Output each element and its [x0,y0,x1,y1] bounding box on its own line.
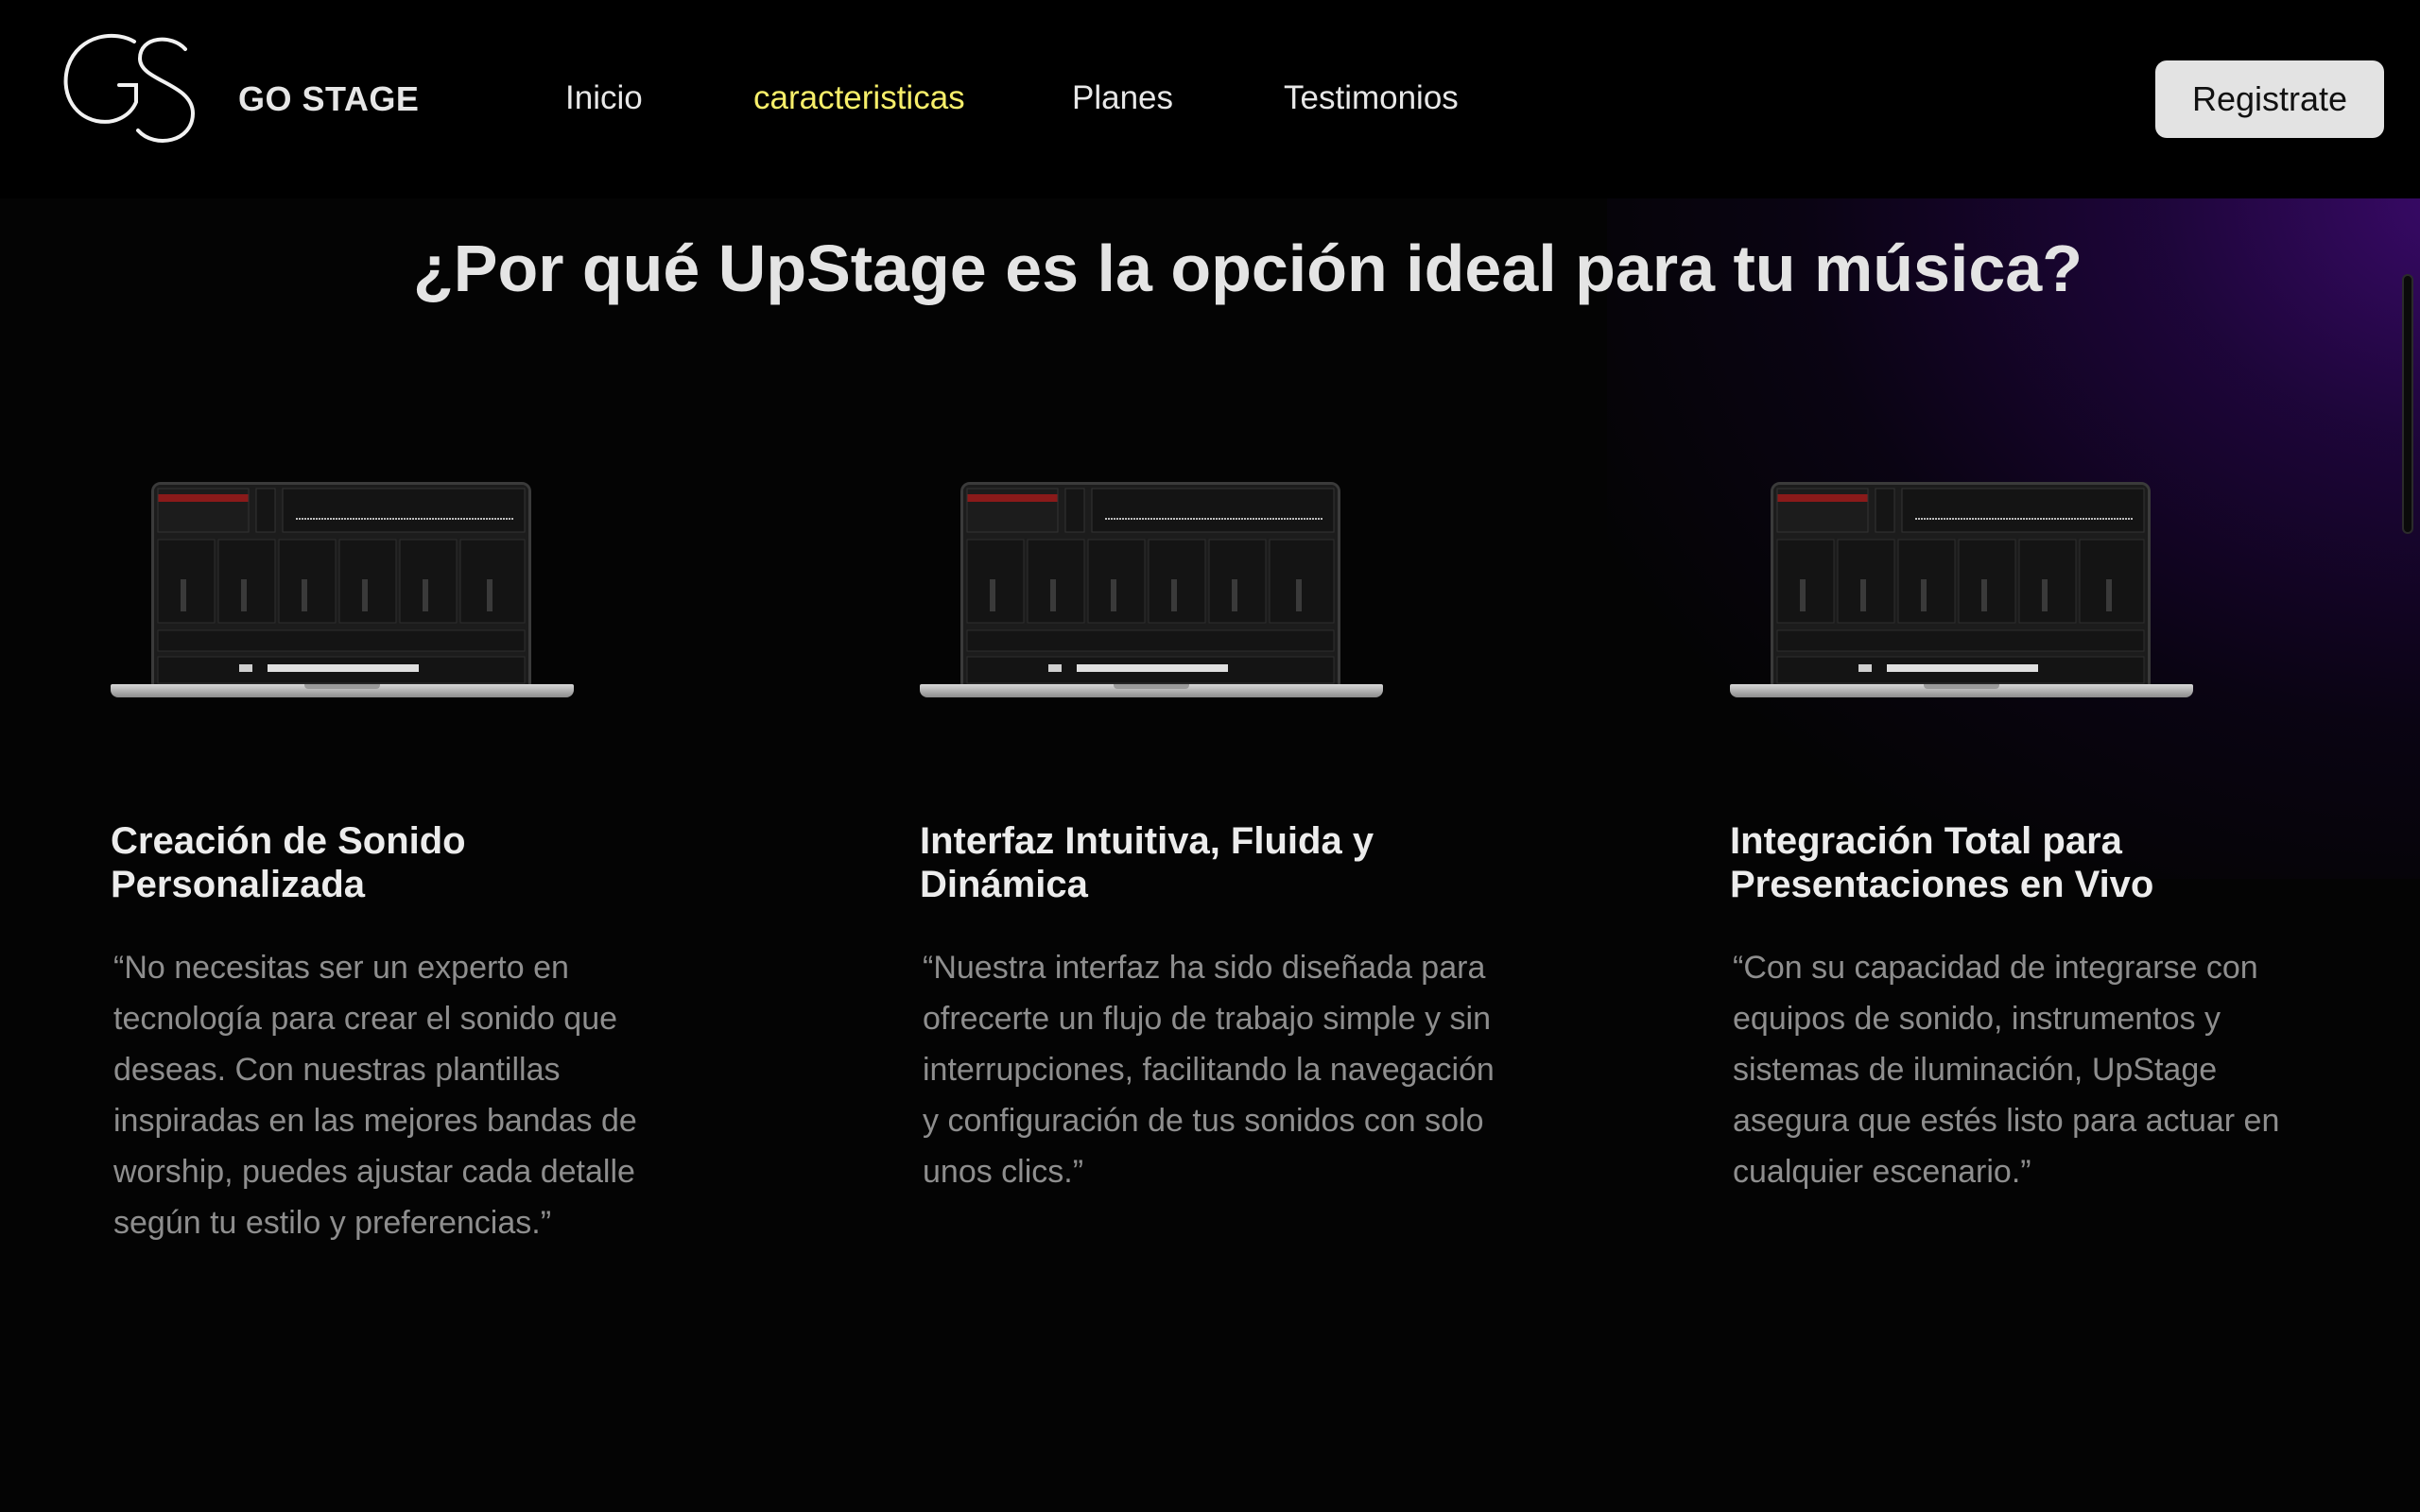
feature-card: Creación de Sonido Personalizada “No nec… [111,477,735,1248]
feature-card: Interfaz Intuitiva, Fluida y Dinámica “N… [920,477,1544,1197]
app-mixer-screenshot [154,485,528,689]
app-mixer-screenshot [963,485,1338,689]
scrollbar-thumb[interactable] [2402,274,2413,534]
app-mixer-screenshot [1773,485,2148,689]
feature-description: “Con su capacidad de integrarse con equi… [1733,950,2280,1190]
laptop-screen [1771,482,2151,692]
feature-description: “No necesitas ser un experto en tecnolog… [113,950,637,1241]
laptop-screen [151,482,531,692]
laptop-notch [304,684,380,689]
laptop-image [920,477,1383,704]
nav-inicio[interactable]: Inicio [565,79,643,117]
section-title: ¿Por qué UpStage es la opción ideal para… [413,232,2083,305]
feature-title: Interfaz Intuitiva, Fluida y Dinámica [920,820,1374,905]
go-stage-logo[interactable] [60,28,202,151]
feature-title: Creación de Sonido Personalizada [111,820,466,905]
nav-testimonios[interactable]: Testimonios [1284,79,1459,117]
feature-card: Integración Total para Presentaciones en… [1730,477,2354,1197]
feature-description: “Nuestra interfaz ha sido diseñada para … [923,950,1495,1190]
laptop-image [111,477,574,704]
page: GO STAGE Inicio caracteristicas Planes T… [0,0,2420,1512]
laptop-screen [960,482,1340,692]
laptop-notch [1114,684,1189,689]
nav-caracteristicas[interactable]: caracteristicas [753,79,965,117]
feature-title: Integración Total para Presentaciones en… [1730,820,2154,905]
site-header: GO STAGE Inicio caracteristicas Planes T… [0,0,2420,198]
laptop-notch [1924,684,1999,689]
brand-name[interactable]: GO STAGE [238,79,419,119]
nav-planes[interactable]: Planes [1072,79,1173,117]
register-button[interactable]: Registrate [2155,60,2384,138]
laptop-image [1730,477,2193,704]
